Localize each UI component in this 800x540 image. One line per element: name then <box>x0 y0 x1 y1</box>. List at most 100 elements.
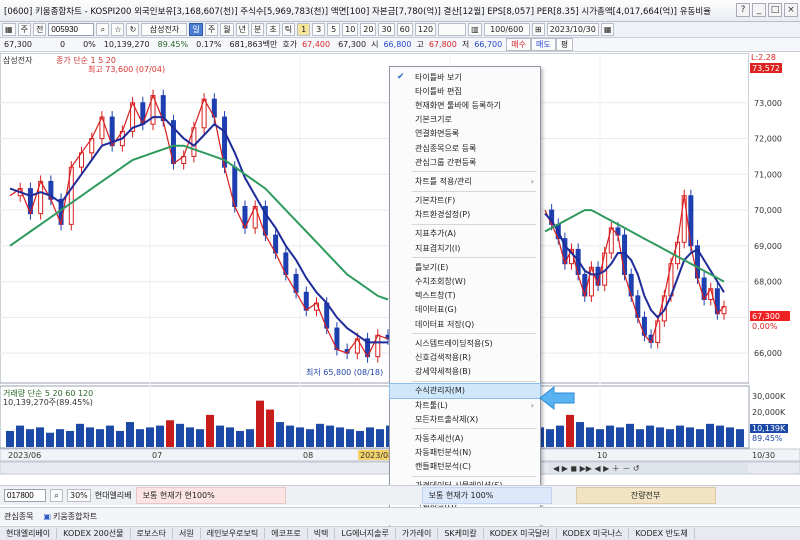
interval-20-button[interactable]: 20 <box>360 23 377 36</box>
ticker-item[interactable]: KODEX 200선물 <box>57 528 131 539</box>
menu-item[interactable]: 텍스트창(T) <box>390 289 540 303</box>
change-value: 0 <box>60 40 66 49</box>
interval-10-button[interactable]: 10 <box>342 23 359 36</box>
menu-item[interactable]: 신호검색적용(R) <box>390 350 540 364</box>
menu-item[interactable]: 지표추가(A) <box>390 227 540 241</box>
volume-bar <box>596 429 604 447</box>
ask-label: 호가 <box>282 40 298 49</box>
order-right-box[interactable]: 잔량전부 <box>575 487 716 504</box>
ticker-item[interactable]: KODEX 미국나스 <box>557 528 630 539</box>
volume-bar <box>706 423 714 447</box>
menu-item[interactable]: 데이터표 저장(Q) <box>390 317 540 331</box>
menu-item[interactable]: 모든차트출삭제(X) <box>390 412 540 426</box>
minimize-button[interactable]: _ <box>752 3 766 17</box>
order-left-box[interactable]: 보통 현재가 현100% <box>135 487 286 504</box>
menu-item[interactable]: 타이틀바 편집 <box>390 84 540 98</box>
ticker-item[interactable]: KODEX 미국달러 <box>484 528 557 539</box>
menu-item[interactable]: 데이터표(G) <box>390 303 540 317</box>
order-mid-box[interactable]: 보통 현재가 100% <box>421 487 552 504</box>
menu-item[interactable]: 틀보기(E) <box>390 260 540 274</box>
date-field[interactable]: 2023/10/30 <box>546 23 599 36</box>
menu-item[interactable]: 수식관리자(M) <box>389 382 541 399</box>
ticker-item[interactable]: 로보스타 <box>131 528 173 539</box>
period-day-button[interactable]: 일 <box>189 23 203 36</box>
ticker-item[interactable]: 서원 <box>173 528 201 539</box>
ticker-item[interactable]: KODEX 반도체 <box>629 528 695 539</box>
checkmark-icon: ✔ <box>397 72 405 83</box>
menu-item[interactable]: 현재화면 툴바에 등록하기 <box>390 98 540 112</box>
period-year-button[interactable]: 년 <box>235 23 249 36</box>
calendar-icon[interactable]: ▦ <box>600 23 615 36</box>
y-axis-label: 69,000 <box>754 242 782 251</box>
period-minute-button[interactable]: 분 <box>250 23 265 36</box>
help-button[interactable]: ? <box>736 3 750 17</box>
stock-code-input[interactable] <box>48 23 95 36</box>
menu-item[interactable]: 자동추세선(A) <box>390 431 540 445</box>
tab-watchlist[interactable]: 관심종목 <box>4 511 33 522</box>
menu-item[interactable]: 차트툴(L) › <box>390 398 540 412</box>
interval-1-button[interactable]: 1 <box>297 23 311 36</box>
menu-item-label: 텍스트창(T) <box>415 291 456 301</box>
top-right-label: L:2.28 <box>751 53 776 62</box>
menu-item[interactable]: 관심종목으로 등록 <box>390 141 540 155</box>
buy-button[interactable]: 매수 <box>506 38 531 51</box>
favorite-icon[interactable]: ☆ <box>111 23 125 36</box>
period-week-button[interactable]: 주 <box>204 23 219 36</box>
all-button[interactable]: 전 <box>32 23 47 36</box>
market-type-button[interactable]: 주 <box>17 23 31 36</box>
period-second-button[interactable]: 초 <box>266 23 280 36</box>
pointer-arrow-icon <box>539 385 575 411</box>
order-search-icon[interactable]: ⌕ <box>50 489 63 502</box>
period-month-button[interactable]: 월 <box>220 23 234 36</box>
interval-60-button[interactable]: 60 <box>396 23 413 36</box>
menu-item[interactable]: 관심그룹 간편등록 <box>390 155 540 169</box>
ticker-item[interactable]: 빅텍 <box>308 528 336 539</box>
ticker-item[interactable]: 에코프로 <box>265 528 308 539</box>
menu-item[interactable]: ✔ 타이틀바 보기 <box>390 70 540 84</box>
menu-item[interactable]: 시스템트레이딩적용(S) <box>390 336 540 350</box>
chart-type-icon[interactable]: ▥ <box>468 23 482 36</box>
custom-interval-input[interactable] <box>438 23 467 36</box>
menu-item-label: 데이터표(G) <box>415 305 457 315</box>
maximize-button[interactable]: □ <box>768 3 782 17</box>
menu-item[interactable]: 기본차트(F) <box>390 194 540 208</box>
menu-item[interactable]: 수치조회창(W) <box>390 274 540 288</box>
data-count-field[interactable]: 100/600 <box>483 23 530 36</box>
ticker-item[interactable]: 레인보우로보틱 <box>201 528 266 539</box>
tab-chart-icon: ▣ <box>43 512 52 521</box>
menu-item-label: 수식관리자(M) <box>415 386 465 396</box>
menu-item[interactable]: 차트환경설정(P) <box>390 208 540 222</box>
order-code-input[interactable] <box>4 489 46 502</box>
menu-item[interactable]: 자동패턴분석(N) <box>390 446 540 460</box>
zoom-icon[interactable]: ⊞ <box>531 23 545 36</box>
menu-item[interactable]: 차트틀 적용/관리 › <box>390 174 540 188</box>
volume-bar <box>666 429 674 447</box>
search-icon[interactable]: ⌕ <box>96 23 110 36</box>
ticker-item[interactable]: SK케미칼 <box>438 528 484 539</box>
interval-5-button[interactable]: 5 <box>327 23 341 36</box>
menu-item[interactable]: 캔들패턴분석(C) <box>390 460 540 474</box>
ticker-item[interactable]: 가가레이 <box>396 528 439 539</box>
more-button[interactable]: 평 <box>555 38 574 51</box>
y-axis-label: 66,000 <box>754 349 782 358</box>
scroll-controls[interactable]: ◀ ▶ ◼ ▶▶ ◀ ▶ ＋ － ↺ <box>553 464 640 473</box>
interval-120-button[interactable]: 120 <box>414 23 437 36</box>
menu-item[interactable]: 기본크기로 <box>390 113 540 127</box>
menu-separator <box>412 333 536 335</box>
menu-item-label: 기본크기로 <box>415 115 452 125</box>
volume-bar <box>146 427 154 447</box>
menu-item-label: 지표겹치기(I) <box>415 243 461 253</box>
menu-item[interactable]: 강세약세적용(B) <box>390 365 540 379</box>
period-tick-button[interactable]: 틱 <box>281 23 296 36</box>
ticker-item[interactable]: LG에너지솔루 <box>335 528 396 539</box>
close-button[interactable]: × <box>784 3 798 17</box>
interval-30-button[interactable]: 30 <box>378 23 395 36</box>
refresh-icon[interactable]: ↻ <box>126 23 140 36</box>
ticker-item[interactable]: 현대엘리베이 <box>0 528 58 539</box>
sell-button[interactable]: 매도 <box>530 38 556 51</box>
interval-3-button[interactable]: 3 <box>312 23 326 36</box>
menu-item[interactable]: 연결화면등록 <box>390 127 540 141</box>
tab-chart[interactable]: 키움종합차트 <box>53 511 97 522</box>
menu-item[interactable]: 지표겹치기(I) <box>390 241 540 255</box>
grid-menu-button[interactable]: ▦ <box>2 23 16 36</box>
